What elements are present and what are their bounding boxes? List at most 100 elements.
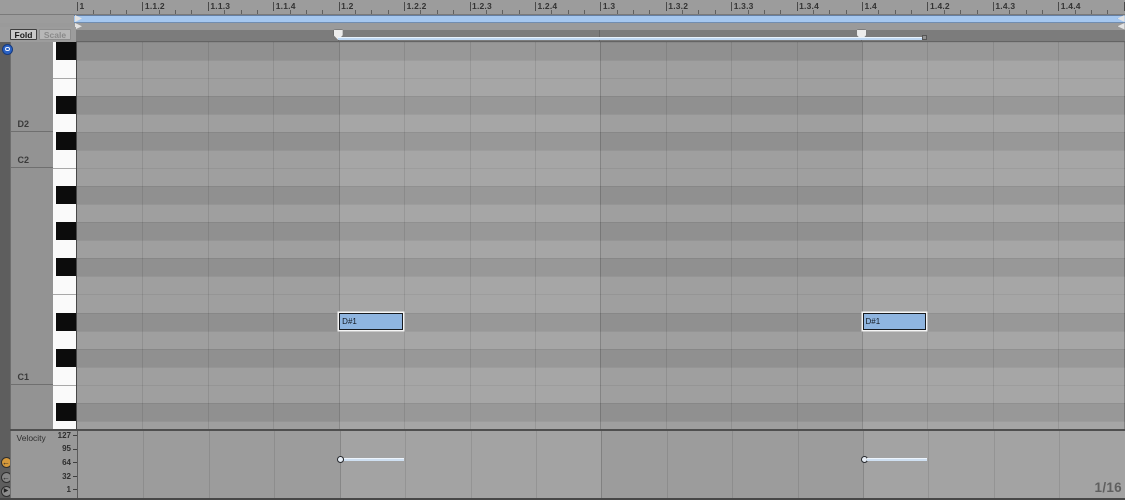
ruler-tick [142, 2, 144, 11]
grid-line [143, 431, 145, 498]
piano-key-g1[interactable] [53, 240, 76, 259]
velocity-axis-value: 1 [66, 484, 71, 494]
piano-keyboard[interactable] [53, 41, 77, 430]
clip-marker-strip[interactable] [0, 22, 1125, 30]
ruler-tick [175, 9, 177, 14]
ruler-tick [829, 9, 831, 14]
piano-key-f2[interactable] [53, 59, 76, 78]
midi-note[interactable]: D#1 [862, 313, 927, 330]
ruler-tick [862, 2, 864, 11]
piano-key-cs1[interactable] [56, 348, 76, 367]
ruler-label: 1.3 [602, 1, 616, 11]
piano-key-as1[interactable] [56, 186, 76, 205]
ruler-tick [77, 2, 78, 11]
velocity-axis-tick [72, 448, 77, 450]
grid-line [732, 431, 734, 498]
piano-key-b1[interactable] [53, 167, 76, 187]
clip-start-marker-icon[interactable] [75, 23, 82, 30]
velocity-axis-value: 95 [62, 444, 71, 454]
velocity-editor[interactable]: 1/16 [77, 431, 1125, 498]
ruler-tick [665, 2, 667, 11]
ruler-tick [960, 9, 962, 14]
piano-key-gs1[interactable] [56, 222, 76, 241]
midi-note-editor: 1 1.1.2 1.1.3 1.1.4 1.2 1.2.2 1.2.3 1.2.4 1.3 1.3… [0, 0, 1125, 500]
ruler-tick [207, 2, 209, 11]
note-grid[interactable]: D#1 D#1 [77, 41, 1125, 430]
preview-headphone-button[interactable] [2, 43, 13, 55]
note-span-end-handle[interactable] [922, 35, 928, 40]
ruler-tick [453, 9, 455, 14]
grid-line [1059, 431, 1061, 498]
ruler-label: 1.1.2 [144, 1, 165, 11]
grid-resolution[interactable]: 1/16 [1095, 480, 1122, 495]
grid-line [535, 431, 537, 498]
grid-line [666, 431, 668, 498]
piano-key-b0[interactable] [53, 384, 76, 403]
grid-line [862, 41, 864, 430]
ruler-tick [633, 9, 635, 14]
ruler-tick [240, 9, 242, 14]
grid-line [928, 431, 930, 498]
ruler-tick [943, 9, 945, 14]
piano-key-c1[interactable] [53, 366, 76, 385]
piano-key-f1[interactable] [53, 276, 76, 295]
piano-key-fs2[interactable] [56, 41, 76, 60]
piano-key-a1[interactable] [53, 204, 76, 223]
ruler-tick [305, 9, 307, 14]
clip-end-marker-icon[interactable] [1117, 23, 1125, 30]
ruler-tick [158, 9, 160, 14]
velocity-marker-line[interactable] [343, 458, 405, 461]
scrub-area[interactable] [76, 29, 1125, 42]
grid-line [142, 41, 144, 430]
beat-time-ruler[interactable]: 1 1.1.2 1.1.3 1.1.4 1.2 1.2.2 1.2.3 1.2.4 1.3 1.3… [0, 0, 1125, 15]
scale-button[interactable]: Scale [39, 28, 71, 40]
piano-key-as0[interactable] [56, 402, 76, 421]
piano-key-ds1[interactable] [56, 312, 76, 331]
ruler-tick [289, 9, 291, 14]
piano-key-a0[interactable] [53, 420, 76, 430]
grid-line [534, 41, 536, 430]
ruler-tick [1091, 9, 1092, 14]
ruler-label: 1.2.2 [406, 1, 427, 11]
ruler-label: 1.4.3 [995, 1, 1016, 11]
midi-note[interactable]: D#1 [339, 313, 404, 330]
piano-key-d1[interactable] [53, 330, 76, 349]
ruler-tick [256, 9, 258, 14]
piano-key-d2[interactable] [53, 113, 76, 132]
ruler-tick [355, 9, 357, 14]
ruler-label: 1.4.2 [929, 1, 950, 11]
headphone-icon [5, 46, 10, 52]
ruler-tick [747, 9, 749, 14]
ruler-label: 1.2.4 [537, 1, 558, 11]
ruler-tick [780, 9, 782, 14]
loop-region[interactable] [74, 14, 1125, 23]
key-name-label: C2 [17, 155, 30, 166]
ruler-tick [600, 2, 602, 11]
left-rail: ← ← ▶ [0, 41, 13, 500]
grid-line [405, 431, 407, 498]
grid-line [731, 41, 733, 430]
fold-button[interactable]: Fold [10, 28, 37, 40]
piano-key-fs1[interactable] [56, 258, 76, 277]
ruler-label: 1.2.3 [472, 1, 492, 11]
velocity-marker-line[interactable] [867, 458, 928, 461]
ruler-label: 1.4.4 [1060, 1, 1081, 11]
key-name-label: D2 [17, 119, 30, 130]
piano-key-cs2[interactable] [56, 131, 76, 150]
ruler-tick [731, 2, 733, 11]
ruler-tick [616, 9, 618, 14]
velocity-axis-tick [72, 489, 77, 491]
ruler-label: 1.2 [341, 1, 354, 11]
grid-line [338, 41, 340, 430]
piano-key-c2[interactable] [53, 149, 76, 168]
piano-key-ds2[interactable] [56, 95, 76, 114]
ruler-tick [93, 9, 95, 14]
ruler-label: 1.3.4 [799, 1, 820, 11]
velocity-lane-label[interactable]: Velocity [17, 433, 46, 443]
piano-key-e2[interactable] [53, 77, 76, 96]
loop-bar[interactable] [0, 14, 1125, 23]
ruler-tick [812, 9, 814, 14]
ruler-tick [273, 2, 275, 11]
velocity-axis-tick [72, 476, 77, 478]
piano-key-e1[interactable] [53, 294, 76, 313]
